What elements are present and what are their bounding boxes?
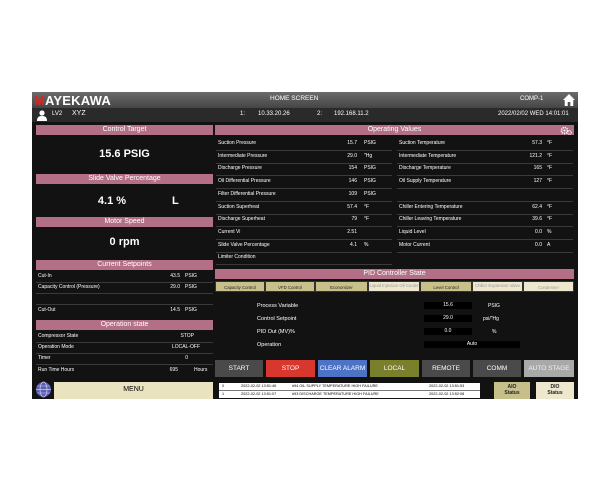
alarm-row[interactable]: 0 2022-02-02 13:51:46 #94 OIL SUPPLY TEM… <box>219 383 480 390</box>
divider <box>219 390 480 391</box>
divider <box>397 251 573 253</box>
slide-valve-header: Slide Valve Percentage <box>36 174 213 184</box>
user-level: LV2 <box>52 111 63 117</box>
operating-value-row: Slide Valve Percentage 4.1% <box>218 241 369 248</box>
pid-value: 29.0 <box>424 315 472 322</box>
operating-value-row <box>397 190 573 199</box>
info-bar: LV2 XYZ 1: 10.33.20.26 2: 192.168.11.2 2… <box>32 108 578 122</box>
operating-values-header: Operating Values <box>215 125 574 135</box>
operating-value-row: Intermediate Temperature 121.2 °F <box>399 152 553 159</box>
operating-value-row: Motor Current 0.0 A <box>399 241 551 248</box>
slide-valve-mode: L <box>172 195 179 207</box>
ip1-label: 1: <box>240 111 246 117</box>
pid-operation-value: Auto <box>424 341 520 348</box>
pid-label: Operation <box>257 342 282 348</box>
divider <box>36 304 213 305</box>
setpoint-row: Capacity Control (Pressure) 29.0 PSIG <box>38 284 197 290</box>
dio-status-indicator[interactable]: DIO Status <box>536 382 574 399</box>
control-target-value: 15.6 PSIG <box>99 148 150 160</box>
tab-level-control[interactable]: Level Control <box>420 281 472 292</box>
pid-value: 15.6 <box>424 302 472 309</box>
hmi-screen: MAYEKAWA HOME SCREEN COMP-1 LV2 XYZ 1: 1… <box>32 92 578 399</box>
current-setpoints-header: Current Setpoints <box>36 260 213 270</box>
tab-chiller-expansion-valve[interactable]: Chiller Expansion Valve <box>472 281 523 292</box>
operating-value-row: Filter Differential Pressure 109 PSIG <box>218 190 376 197</box>
gear-icon[interactable] <box>560 126 572 135</box>
motor-speed-value: 0 rpm <box>109 236 140 248</box>
operating-value-row: Liquid Level 0.0% <box>399 228 552 235</box>
pid-label: PID Out (MV)% <box>257 329 295 335</box>
divider <box>216 264 392 266</box>
user-icon[interactable] <box>36 109 48 121</box>
motor-speed-header: Motor Speed <box>36 217 213 227</box>
operating-value-row: Suction Temperature 57.3 °F <box>399 140 553 146</box>
operating-value-row: Suction Pressure 15.7 PSIG <box>218 140 376 146</box>
operating-value-row: Discharge Superheat 79 °F <box>218 216 370 223</box>
operation-state-header: Operation state <box>36 320 213 330</box>
operation-state-row: Timer 0 <box>38 355 188 361</box>
pid-label: Control Setpoint <box>257 316 297 322</box>
tab-liquid-injection-oil-cooler[interactable]: Liquid Injection Oil Cooler <box>368 281 420 292</box>
operating-value-row: Discharge Temperature 165 °F <box>399 165 553 172</box>
operation-state-row: Operation Mode LOCAL-OFF <box>38 344 200 350</box>
menu-button[interactable]: MENU <box>54 382 213 399</box>
screen-title: HOME SCREEN <box>270 95 319 102</box>
pid-unit: psi/"Hg <box>483 316 499 322</box>
operating-value-row: Intermediate Pressure 29.0 "Hg <box>218 152 373 159</box>
operating-value-row: Chiller Entering Temperature 62.4 °F <box>399 203 553 210</box>
pid-label: Process Variable <box>257 303 299 309</box>
local-button[interactable]: LOCAL <box>370 360 419 377</box>
pid-unit: % <box>492 329 497 335</box>
tab-condenser[interactable]: Condenser <box>523 281 574 292</box>
setpoint-row: Cut-Out 14.5 PSIG <box>38 307 197 313</box>
aio-status-indicator[interactable]: AIO Status <box>494 382 530 399</box>
divider <box>36 293 213 294</box>
mayekawa-logo: MAYEKAWA <box>34 93 111 108</box>
home-icon[interactable] <box>562 93 576 107</box>
setpoint-row: Cut-In 43.5 PSIG <box>38 273 197 279</box>
divider <box>36 364 213 365</box>
operation-state-row: Compressor State STOP <box>38 333 194 339</box>
remote-button[interactable]: REMOTE <box>422 360 470 377</box>
ip1-value: 10.33.20.26 <box>258 111 290 117</box>
tab-economizer[interactable]: Economizer <box>315 281 368 292</box>
operating-value-row: Oil Supply Temperature 127 °F <box>399 178 553 185</box>
ip2-label: 2: <box>317 111 323 117</box>
operating-value-row: Limiter Condition <box>218 254 256 261</box>
operation-state-row: Run Time Hours 695 Hours <box>38 367 208 373</box>
auto-stage-button[interactable]: AUTO STAGE <box>524 360 574 377</box>
tab-capacity-control[interactable]: Capacity Control <box>215 281 265 292</box>
compressor-name: COMP-1 <box>520 96 544 102</box>
operating-value-row: Current Vi 2.51 <box>218 228 357 235</box>
pid-unit: PSIG <box>488 303 500 309</box>
pid-controller-header: PID Controller State <box>215 269 574 279</box>
pid-value: 0.0 <box>424 328 472 335</box>
operating-value-row: Discharge Pressure 154 PSIG <box>218 165 376 172</box>
operating-value-row: Suction Superheat 57.4 °F <box>218 203 370 210</box>
slide-valve-value: 4.1 % <box>97 195 127 207</box>
ip2-value: 192.168.11.2 <box>334 111 369 117</box>
start-button[interactable]: START <box>215 360 263 377</box>
tab-vfd-control[interactable]: VFD Control <box>265 281 315 292</box>
datetime: 2022/02/02 WED 14:01:01 <box>498 111 569 117</box>
alarm-row[interactable]: 1 2022-02-02 13:51:07 #93 DISCHARGE TEMP… <box>219 391 480 398</box>
clear-alarm-button[interactable]: CLEAR ALARM <box>318 360 367 377</box>
stop-button[interactable]: STOP <box>266 360 315 377</box>
operating-value-row: Oil Differential Pressure 146 PSIG <box>218 178 376 185</box>
top-bar: MAYEKAWA HOME SCREEN COMP-1 <box>32 92 578 108</box>
user-name: XYZ <box>72 110 86 117</box>
globe-icon[interactable] <box>35 381 52 398</box>
comm-button[interactable]: COMM <box>473 360 521 377</box>
control-target-header: Control Target <box>36 125 213 135</box>
operating-value-row: Chiller Leaving Temperature 39.6 °F <box>399 216 553 223</box>
